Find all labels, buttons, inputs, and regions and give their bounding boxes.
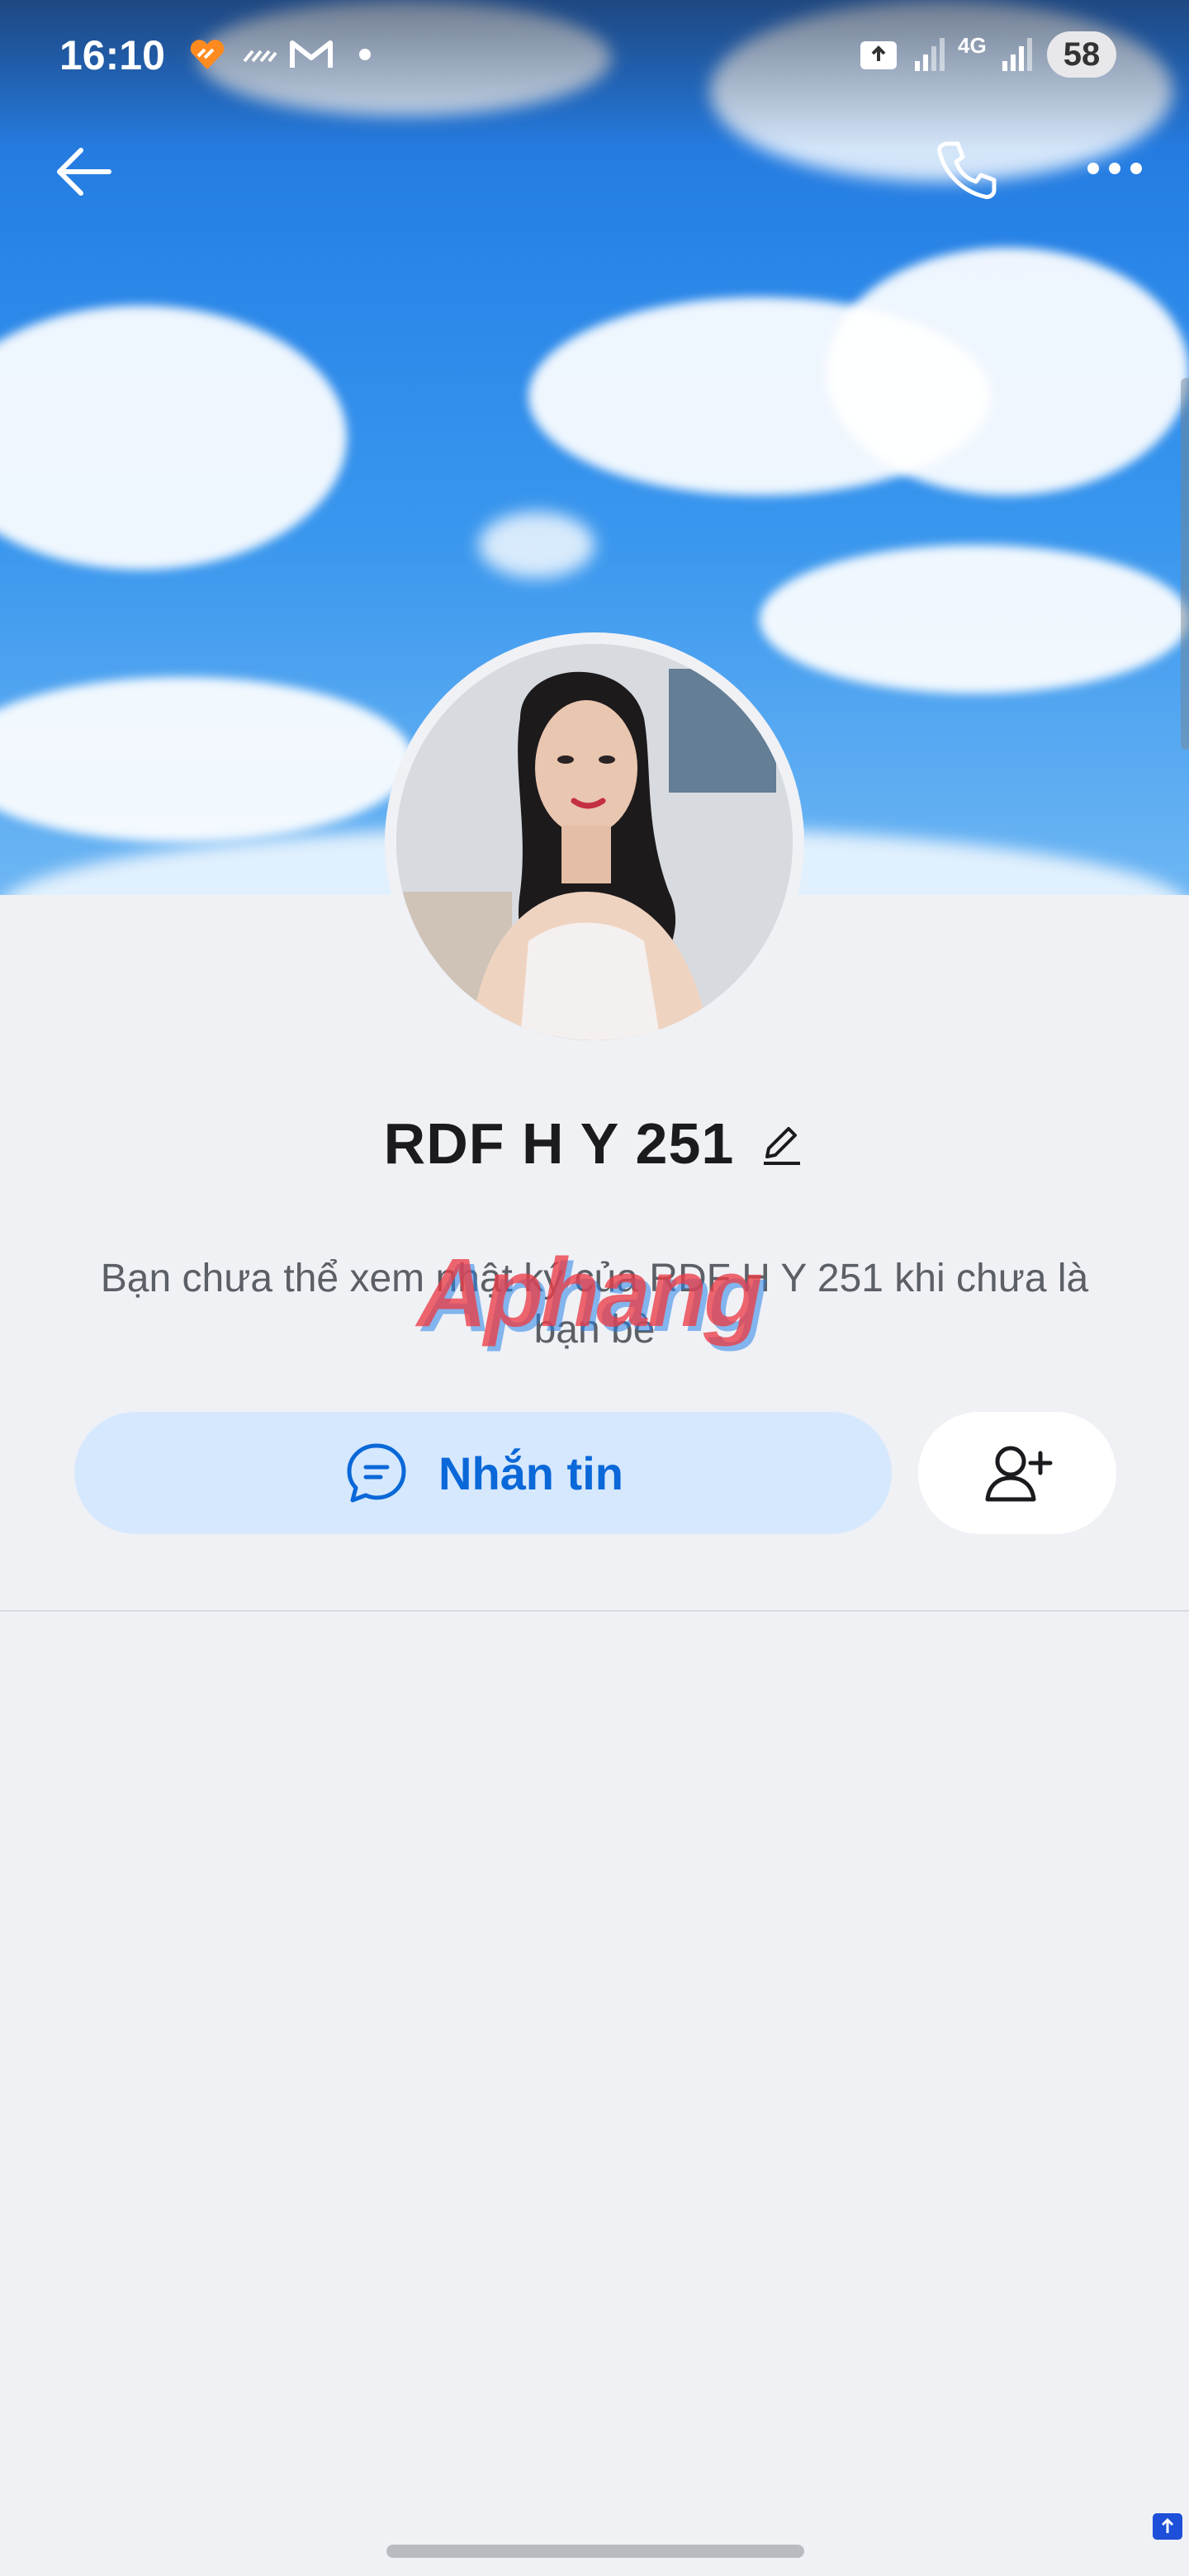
profile-name: RDF H Y 251 (383, 1111, 735, 1176)
dot-icon (359, 49, 371, 60)
screenshot-icon[interactable] (1151, 2510, 1184, 2543)
status-time: 16:10 (59, 32, 165, 78)
add-friend-button[interactable] (918, 1412, 1116, 1534)
avatar-photo (396, 644, 793, 1040)
chat-bubble-icon (347, 1443, 406, 1503)
send-message-button[interactable]: Nhắn tin (74, 1412, 892, 1534)
signal-icon (915, 38, 945, 71)
avatar-frame[interactable] (385, 632, 804, 1052)
avatar[interactable] (396, 644, 793, 1040)
signal-icon (1002, 38, 1032, 71)
arrow-left-icon[interactable] (51, 139, 117, 205)
privacy-note: Bạn chưa thể xem nhật ký của RDF H Y 251… (100, 1257, 1089, 1352)
more-horizontal-icon[interactable] (1082, 144, 1148, 193)
edge-panel-handle[interactable] (1181, 378, 1189, 750)
network-label: 4G (958, 33, 987, 58)
section-divider (0, 1610, 1189, 1612)
phone-icon[interactable] (931, 135, 1001, 205)
gmail-icon (290, 40, 333, 68)
battery-indicator: 58 (1047, 31, 1116, 78)
pencil-icon[interactable] (759, 1120, 805, 1167)
data-saver-icon (243, 50, 277, 63)
heart-badge-icon (190, 40, 225, 69)
send-message-label: Nhắn tin (438, 1447, 623, 1499)
screenshot-icon (860, 41, 897, 69)
status-bar: 16:10 4G 58 (0, 0, 1189, 107)
add-friend-icon (985, 1446, 1053, 1502)
profile-name-row: RDF H Y 251 (0, 1106, 1189, 1181)
home-indicator[interactable] (386, 2545, 804, 2558)
